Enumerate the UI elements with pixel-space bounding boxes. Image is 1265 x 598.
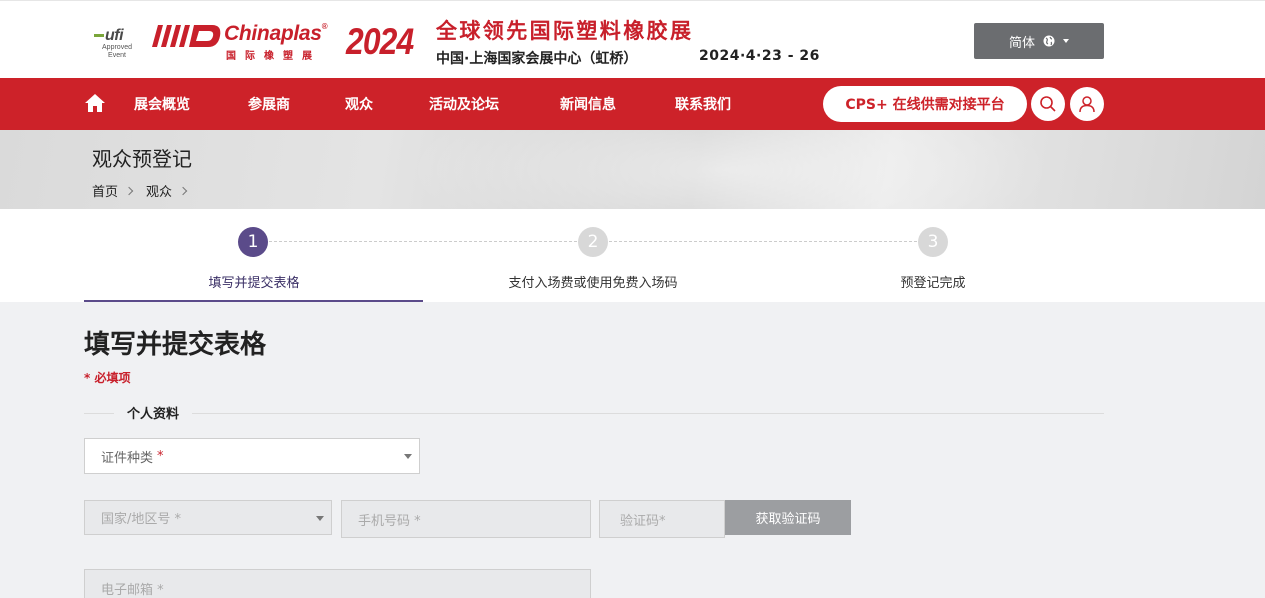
step-connector bbox=[609, 241, 917, 242]
step-1-number: 1 bbox=[238, 227, 268, 257]
chinaplas-cn-name: 国际橡塑展 bbox=[226, 51, 321, 62]
email-input[interactable]: 电子邮箱 * bbox=[84, 569, 591, 598]
mobile-input[interactable]: 手机号码 * bbox=[341, 500, 591, 538]
country-code-placeholder: 国家/地区号 * bbox=[101, 512, 182, 527]
cps-platform-button[interactable]: CPS+ 在线供需对接平台 bbox=[823, 86, 1027, 122]
mobile-placeholder: 手机号码 * bbox=[358, 513, 421, 529]
verification-code-input[interactable]: 验证码* bbox=[599, 500, 725, 538]
search-icon bbox=[1040, 96, 1056, 112]
step-3-number: 3 bbox=[918, 227, 948, 257]
breadcrumb: 首页 观众 bbox=[92, 181, 194, 200]
page-banner: 观众预登记 首页 观众 bbox=[0, 130, 1265, 209]
nav-item-visitors[interactable]: 观众 bbox=[345, 94, 373, 114]
chinaplas-logo[interactable]: Chinaplas® 国际橡塑展 2024 bbox=[152, 21, 414, 65]
nav-item-events[interactable]: 活动及论坛 bbox=[429, 94, 499, 114]
chevron-right-icon bbox=[178, 186, 188, 195]
country-code-select[interactable]: 国家/地区号 * bbox=[84, 500, 332, 535]
exhibition-slogan: 全球领先国际塑料橡胶展 bbox=[436, 19, 694, 43]
language-selector[interactable]: 简体 bbox=[974, 23, 1104, 59]
nav-item-exhibitors[interactable]: 参展商 bbox=[248, 94, 290, 114]
nav-item-news[interactable]: 新闻信息 bbox=[560, 94, 616, 114]
required-note: * 必填项 bbox=[84, 371, 131, 385]
email-placeholder: 电子邮箱 * bbox=[101, 582, 164, 598]
user-icon bbox=[1079, 96, 1095, 113]
chevron-down-icon bbox=[404, 454, 412, 459]
step-1-label: 填写并提交表格 bbox=[208, 276, 300, 291]
site-header: ufi Approved Event Chinaplas® 国际橡塑展 2024… bbox=[0, 0, 1265, 78]
active-step-indicator bbox=[84, 300, 423, 302]
step-2-number: 2 bbox=[578, 227, 608, 257]
id-type-placeholder: 证件种类 bbox=[101, 450, 154, 466]
ufi-mark-text: ufi bbox=[105, 27, 124, 44]
breadcrumb-home[interactable]: 首页 bbox=[92, 181, 118, 200]
ufi-logo: ufi Approved Event bbox=[94, 23, 140, 61]
ufi-approved-text: Approved Event bbox=[102, 44, 132, 59]
section-divider bbox=[84, 413, 1104, 414]
step-2-label: 支付入场费或使用免费入场码 bbox=[508, 276, 678, 291]
globe-icon bbox=[1043, 35, 1055, 47]
nav-item-overview[interactable]: 展会概览 bbox=[134, 94, 190, 114]
chevron-right-icon bbox=[124, 186, 134, 195]
section-personal-info: 个人资料 bbox=[114, 403, 193, 422]
registration-stepper: 1 2 3 填写并提交表格 支付入场费或使用免费入场码 预登记完成 bbox=[0, 209, 1265, 302]
search-button[interactable] bbox=[1031, 87, 1065, 121]
step-connector bbox=[269, 241, 577, 242]
nav-item-contact[interactable]: 联系我们 bbox=[675, 94, 731, 114]
home-icon[interactable] bbox=[84, 92, 106, 114]
id-type-select[interactable]: 证件种类 * bbox=[84, 438, 420, 474]
exhibition-venue: 中国·上海国家会展中心（虹桥） bbox=[436, 51, 638, 67]
chevron-down-icon bbox=[1063, 39, 1069, 43]
chinaplas-name: Chinaplas bbox=[224, 22, 322, 45]
exhibition-dates: 2024·4·23 - 26 bbox=[699, 48, 820, 64]
user-button[interactable] bbox=[1070, 87, 1104, 121]
chinaplas-stripes-icon bbox=[152, 25, 221, 47]
page-title: 观众预登记 bbox=[92, 147, 192, 171]
get-code-button[interactable]: 获取验证码 bbox=[725, 500, 851, 535]
chinaplas-year: 2024 bbox=[346, 21, 414, 62]
language-label: 简体 bbox=[1008, 35, 1035, 51]
chevron-down-icon bbox=[316, 515, 324, 521]
required-mark: * bbox=[157, 448, 164, 464]
main-nav: 展会概览 参展商 观众 活动及论坛 新闻信息 联系我们 CPS+ 在线供需对接平… bbox=[0, 78, 1265, 130]
verification-code-placeholder: 验证码* bbox=[620, 513, 666, 529]
form-title: 填写并提交表格 bbox=[84, 330, 267, 360]
breadcrumb-visitors[interactable]: 观众 bbox=[146, 181, 172, 200]
step-3-label: 预登记完成 bbox=[900, 276, 966, 291]
